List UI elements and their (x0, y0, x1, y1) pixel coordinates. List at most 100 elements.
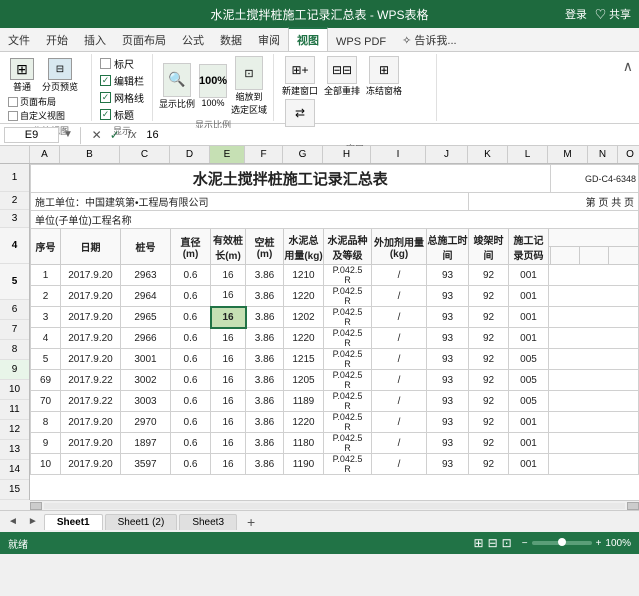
col-j[interactable]: J (426, 146, 468, 163)
row-14[interactable]: 14 (0, 460, 29, 480)
row-8[interactable]: 8 (0, 340, 29, 360)
col-o[interactable]: O (618, 146, 639, 163)
row-10[interactable]: 10 (0, 380, 29, 400)
expand-icon: ▼ (63, 129, 73, 140)
col-a[interactable]: A (30, 146, 60, 163)
function-icon[interactable]: fx (126, 129, 139, 141)
zoom-slider[interactable] (532, 541, 592, 545)
page-break-icon[interactable]: ⊟ (488, 536, 498, 550)
title-row: 水泥土搅拌桩施工记录汇总表 GD-C4-6348 (31, 165, 639, 193)
zoom-fit-btn[interactable]: ⊡ 缩放到选定区域 (231, 56, 267, 116)
row-6[interactable]: 6 (0, 300, 29, 320)
page-layout-check[interactable]: 页面布局 (8, 95, 85, 108)
corner-cell (0, 146, 30, 163)
zoom-control: − + 100% (522, 538, 631, 549)
ruler-check[interactable]: 标尺 (100, 56, 144, 71)
data-row-2: 2 2017.9.20 2964 0.6 16 3.86 1220 P.042.… (31, 286, 639, 307)
tab-page-layout[interactable]: 页面布局 (114, 29, 174, 51)
zoom-group: 🔍 显示比例 100% 100% ⊡ 缩放到选定区域 显示比例 (153, 54, 274, 121)
row-9[interactable]: 9 (0, 360, 29, 380)
headings-check[interactable]: ✓ 标题 (100, 107, 144, 122)
cell-reference[interactable]: E9 (4, 127, 59, 143)
workbook-view-group: ⊞ 普通 ⊟ 分页预览 页面布局 自定义视图 工作簿视图 (2, 54, 92, 121)
col-h[interactable]: H (323, 146, 371, 163)
col-l[interactable]: L (508, 146, 548, 163)
sheet-tab-3[interactable]: Sheet3 (179, 514, 237, 530)
header-row-1: 序号 日期 桩号 直径(m) 有效桩长(m) 空桩(m) 水泥总用量(kg) 水… (31, 229, 639, 247)
data-row-1: 1 2017.9.20 2963 0.6 16 3.86 1210 P.042.… (31, 265, 639, 286)
tab-formula[interactable]: 公式 (174, 29, 212, 51)
sheet-scroll-right[interactable]: ► (24, 516, 42, 527)
col-b[interactable]: B (60, 146, 120, 163)
freeze-panes-btn[interactable]: ⊞ 冻结窗格 (364, 56, 404, 97)
header-additive: 外加剂用量(kg) (372, 229, 427, 265)
tab-insert[interactable]: 插入 (76, 29, 114, 51)
spreadsheet-title: 水泥土搅拌桩施工记录汇总表 (31, 165, 551, 193)
tab-speech[interactable]: ✧ 告诉我... (394, 29, 464, 51)
confirm-icon[interactable]: ✓ (108, 128, 122, 142)
unit-row: 单位(子单位)工程名称 (31, 211, 639, 229)
status-text: 就绪 (8, 536, 28, 551)
row-2[interactable]: 2 (0, 192, 29, 210)
header-record: 施工记录页码 (509, 229, 549, 265)
col-e[interactable]: E (210, 146, 245, 163)
zoom-in-btn[interactable]: + (596, 538, 602, 549)
col-g[interactable]: G (283, 146, 323, 163)
col-c[interactable]: C (120, 146, 170, 163)
ribbon-tabs: 文件 开始 插入 页面布局 公式 数据 审阅 视图 WPS PDF ✧ 告诉我.… (0, 28, 639, 52)
zoom-btn[interactable]: 🔍 显示比例 (159, 63, 195, 110)
row-13[interactable]: 13 (0, 440, 29, 460)
sheet-tab-2[interactable]: Sheet1 (2) (105, 514, 178, 530)
cancel-icon[interactable]: ✕ (90, 128, 104, 142)
ribbon-content: ⊞ 普通 ⊟ 分页预览 页面布局 自定义视图 工作簿视图 标尺 (0, 52, 639, 124)
page-break-btn[interactable]: ⊟ 分页预览 (40, 56, 80, 95)
unit-label: 单位(子单位)工程名称 (31, 211, 639, 229)
col-k[interactable]: K (468, 146, 508, 163)
tab-home[interactable]: 开始 (38, 29, 76, 51)
zoom-100-btn[interactable]: 100% 100% (199, 64, 227, 108)
col-f[interactable]: F (245, 146, 283, 163)
tab-file[interactable]: 文件 (0, 29, 38, 51)
col-d[interactable]: D (170, 146, 210, 163)
tab-wps-pdf[interactable]: WPS PDF (328, 33, 394, 51)
normal-view-icon[interactable]: ⊞ (474, 536, 484, 550)
sheet-tab-1[interactable]: Sheet1 (44, 514, 103, 530)
tab-data[interactable]: 数据 (212, 29, 250, 51)
sheet-scroll-left[interactable]: ◄ (4, 516, 22, 527)
row-5[interactable]: 5 (0, 264, 29, 300)
normal-view-btn[interactable]: ⊞ 普通 (8, 56, 36, 95)
data-row-10: 10 2017.9.20 3597 0.6 16 3.86 1190 P.042… (31, 454, 639, 475)
data-row-5: 5 2017.9.20 3001 0.6 16 3.86 1215 P.042.… (31, 349, 639, 370)
row-12[interactable]: 12 (0, 420, 29, 440)
scroll-area (30, 500, 639, 510)
col-i[interactable]: I (371, 146, 426, 163)
share-btn[interactable]: ♡ 共享 (595, 6, 631, 22)
status-right: ⊞ ⊟ ⊡ − + 100% (474, 536, 631, 550)
row-15[interactable]: 15 (0, 480, 29, 500)
row-4[interactable]: 4 (0, 228, 29, 264)
data-row-6: 69 2017.9.22 3002 0.6 16 3.86 1205 P.042… (31, 370, 639, 391)
gridlines-check[interactable]: ✓ 网格线 (100, 90, 144, 105)
grid-content: 水泥土搅拌桩施工记录汇总表 GD-C4-6348 施工单位：中国建筑第•工程局有… (30, 164, 639, 500)
row-3[interactable]: 3 (0, 210, 29, 228)
add-sheet-btn[interactable]: + (239, 512, 263, 532)
zoom-out-btn[interactable]: − (522, 538, 528, 549)
header-cement: 水泥总用量(kg) (284, 229, 324, 265)
col-m[interactable]: M (548, 146, 588, 163)
row-1[interactable]: 1 (0, 164, 29, 192)
tab-view[interactable]: 视图 (288, 27, 328, 51)
col-n[interactable]: N (588, 146, 618, 163)
ribbon-expand[interactable]: ∧ (619, 54, 637, 121)
gd-code: GD-C4-6348 (550, 165, 638, 193)
row-7[interactable]: 7 (0, 320, 29, 340)
page-layout-icon[interactable]: ⊡ (502, 536, 512, 550)
formula-bar-check[interactable]: ✓ 编辑栏 (100, 73, 144, 88)
new-window-btn[interactable]: ⊞+ 新建窗口 (280, 56, 320, 97)
header-extra (549, 229, 639, 247)
formula-input[interactable]: 16 (142, 128, 635, 142)
custom-view-check[interactable]: 自定义视图 (8, 109, 85, 122)
login-btn[interactable]: 登录 (565, 6, 587, 22)
arrange-all-btn[interactable]: ⊟⊟ 全部重排 (322, 56, 362, 97)
row-11[interactable]: 11 (0, 400, 29, 420)
tab-review[interactable]: 审阅 (250, 29, 288, 51)
